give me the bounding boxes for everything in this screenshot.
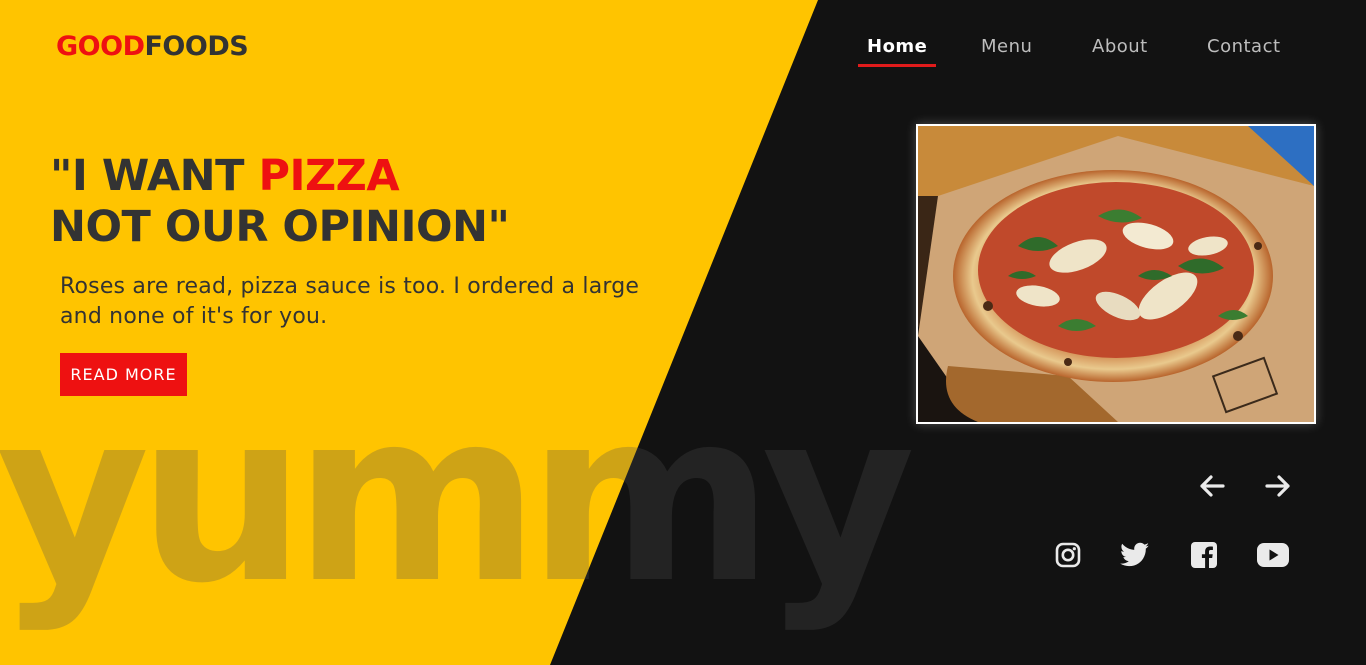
pizza-image <box>916 124 1316 424</box>
read-more-button[interactable]: READ MORE <box>60 353 187 396</box>
twitter-icon[interactable] <box>1118 539 1152 571</box>
headline-line2: NOT OUR OPINION" <box>50 202 510 252</box>
main-nav: Home Menu About Contact <box>0 36 1366 76</box>
facebook-icon[interactable] <box>1187 539 1221 571</box>
hero-headline: "I WANT PIZZA NOT OUR OPINION" <box>50 151 510 253</box>
arrow-left-icon[interactable] <box>1196 470 1228 502</box>
nav-item-about[interactable]: About <box>1092 36 1148 67</box>
watermark-text: yummy <box>0 360 916 635</box>
youtube-icon[interactable] <box>1256 539 1290 571</box>
nav-item-contact[interactable]: Contact <box>1207 36 1281 67</box>
hero-description: Roses are read, pizza sauce is too. I or… <box>60 274 640 329</box>
nav-item-menu[interactable]: Menu <box>981 36 1032 67</box>
headline-line1-prefix: "I WANT <box>50 151 259 201</box>
nav-active-underline <box>858 64 936 67</box>
arrow-right-icon[interactable] <box>1262 470 1294 502</box>
headline-highlight: PIZZA <box>258 151 400 201</box>
nav-item-home[interactable]: Home <box>867 36 927 67</box>
instagram-icon[interactable] <box>1051 539 1085 571</box>
hero-section: yummy GOODFOODS Home Menu About Contact … <box>0 0 1366 665</box>
